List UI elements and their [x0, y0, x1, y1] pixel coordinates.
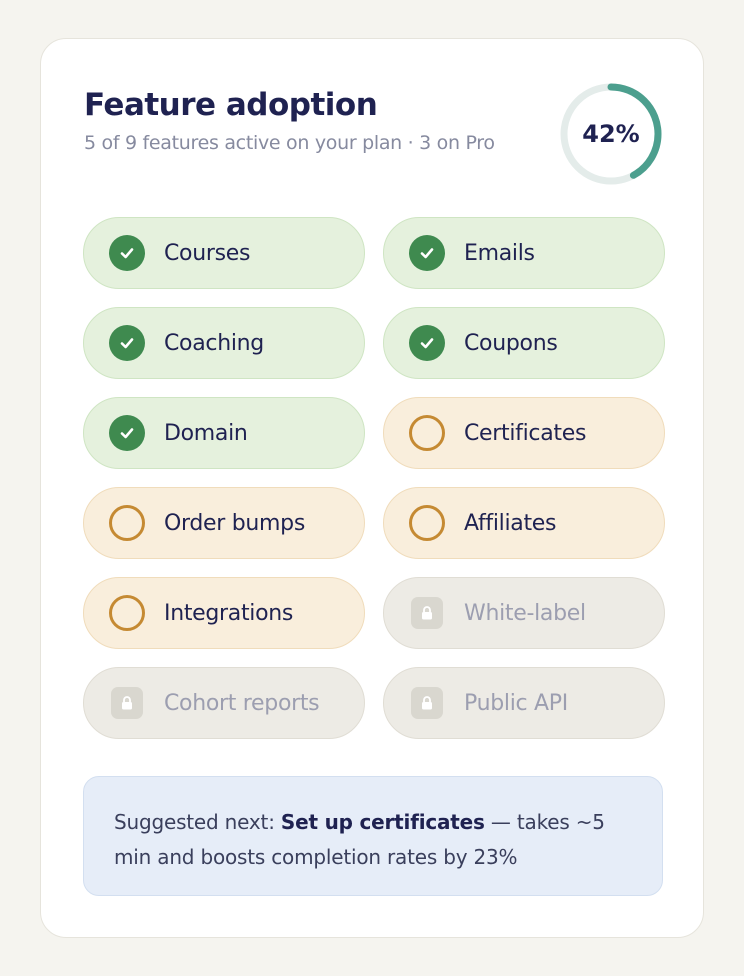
feature-pill-courses[interactable]: Courses	[83, 217, 365, 289]
lock-icon	[108, 684, 146, 722]
feature-pill-domain[interactable]: Domain	[83, 397, 365, 469]
feature-label: Domain	[164, 420, 248, 446]
empty-circle-icon	[408, 414, 446, 452]
feature-label: Cohort reports	[164, 690, 320, 716]
check-icon	[108, 414, 146, 452]
check-icon	[408, 234, 446, 272]
lock-icon	[408, 594, 446, 632]
feature-label: Certificates	[464, 420, 587, 446]
feature-label: Coupons	[464, 330, 558, 356]
feature-pill-integrations[interactable]: Integrations	[83, 577, 365, 649]
feature-pill-emails[interactable]: Emails	[383, 217, 665, 289]
check-icon	[108, 234, 146, 272]
card-subtitle: 5 of 9 features active on your plan · 3 …	[84, 132, 495, 154]
feature-label: Public API	[464, 690, 568, 716]
feature-label: Integrations	[164, 600, 294, 626]
empty-circle-icon	[108, 594, 146, 632]
progress-percent-label: 42%	[582, 120, 640, 148]
check-icon	[408, 324, 446, 362]
feature-adoption-card: Feature adoption 5 of 9 features active …	[40, 38, 704, 938]
empty-circle-icon	[408, 504, 446, 542]
feature-grid: Courses Emails Coaching Coupons Domain Certif…	[83, 217, 665, 739]
feature-pill-coupons[interactable]: Coupons	[383, 307, 665, 379]
suggestion-banner: Suggested next: Set up certificates — ta…	[83, 776, 663, 896]
feature-pill-affiliates[interactable]: Affiliates	[383, 487, 665, 559]
empty-circle-icon	[108, 504, 146, 542]
feature-label: Coaching	[164, 330, 264, 356]
feature-label: Affiliates	[464, 510, 557, 536]
feature-pill-public-api[interactable]: Public API	[383, 667, 665, 739]
check-icon	[108, 324, 146, 362]
feature-label: Courses	[164, 240, 251, 266]
lock-icon	[408, 684, 446, 722]
feature-label: White-label	[464, 600, 586, 626]
card-title: Feature adoption	[84, 87, 378, 123]
feature-pill-cohort-reports[interactable]: Cohort reports	[83, 667, 365, 739]
feature-pill-coaching[interactable]: Coaching	[83, 307, 365, 379]
feature-pill-white-label[interactable]: White-label	[383, 577, 665, 649]
feature-pill-order-bumps[interactable]: Order bumps	[83, 487, 365, 559]
feature-pill-certificates[interactable]: Certificates	[383, 397, 665, 469]
suggestion-prefix: Suggested next:	[114, 810, 281, 834]
suggestion-action[interactable]: Set up certificates	[281, 810, 485, 834]
feature-label: Emails	[464, 240, 535, 266]
progress-ring: 42%	[557, 80, 665, 188]
feature-label: Order bumps	[164, 510, 305, 536]
